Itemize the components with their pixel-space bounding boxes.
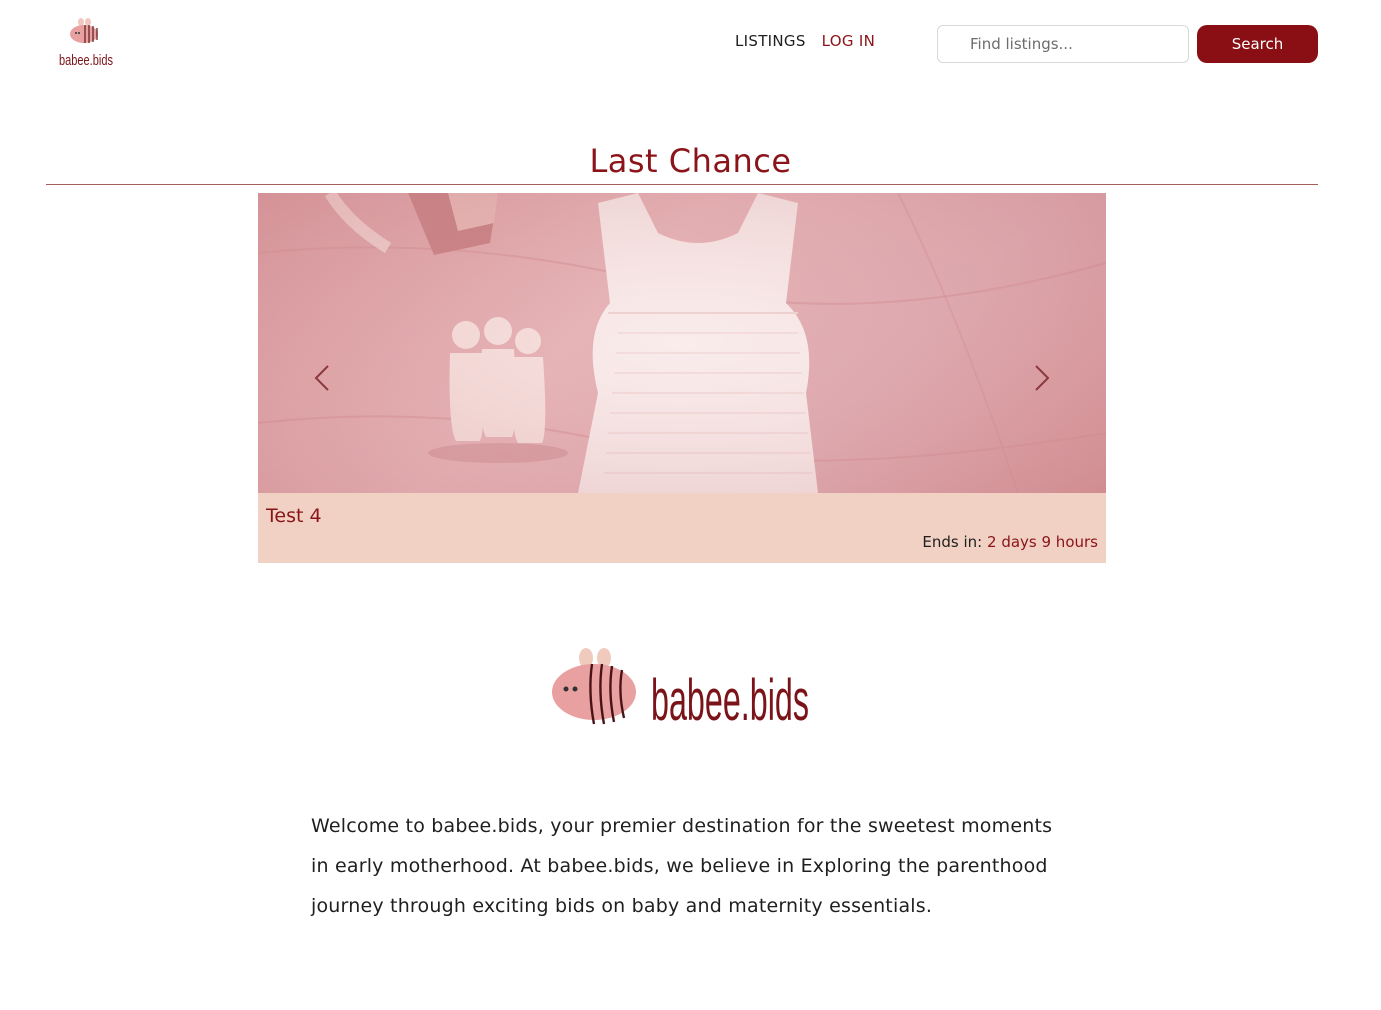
site-logo[interactable]: babee.bids (56, 16, 116, 72)
listing-countdown: Ends in: 2 days 9 hours (922, 533, 1098, 551)
nav-login-link[interactable]: LOG IN (822, 32, 875, 50)
brand-logo: babee.bids (552, 648, 809, 730)
ends-label: Ends in: (922, 533, 983, 551)
chevron-left-icon[interactable] (310, 363, 334, 393)
section-title: Last Chance (589, 142, 792, 180)
ends-value: 2 days 9 hours (987, 533, 1098, 551)
bee-icon (552, 648, 636, 725)
listing-photo (258, 193, 1106, 493)
listing-carousel: Test 4 Ends in: 2 days 9 hours (258, 193, 1106, 563)
listing-image[interactable] (258, 193, 1106, 493)
listing-caption: Test 4 Ends in: 2 days 9 hours (258, 493, 1106, 563)
section-divider (46, 184, 1318, 185)
bee-icon (70, 18, 98, 43)
site-logo-text: babee.bids (59, 52, 113, 69)
main-nav: LISTINGS LOG IN (735, 32, 875, 50)
search-button[interactable]: Search (1197, 25, 1318, 63)
site-header: babee.bids LISTINGS LOG IN Search (0, 0, 1381, 88)
listing-title[interactable]: Test 4 (266, 505, 322, 527)
chevron-right-icon[interactable] (1030, 363, 1054, 393)
search-input[interactable] (937, 25, 1189, 63)
brand-logo-text: babee.bids (651, 668, 809, 730)
nav-listings-link[interactable]: LISTINGS (735, 32, 806, 50)
welcome-text: Welcome to babee.bids, your premier dest… (311, 815, 1053, 917)
